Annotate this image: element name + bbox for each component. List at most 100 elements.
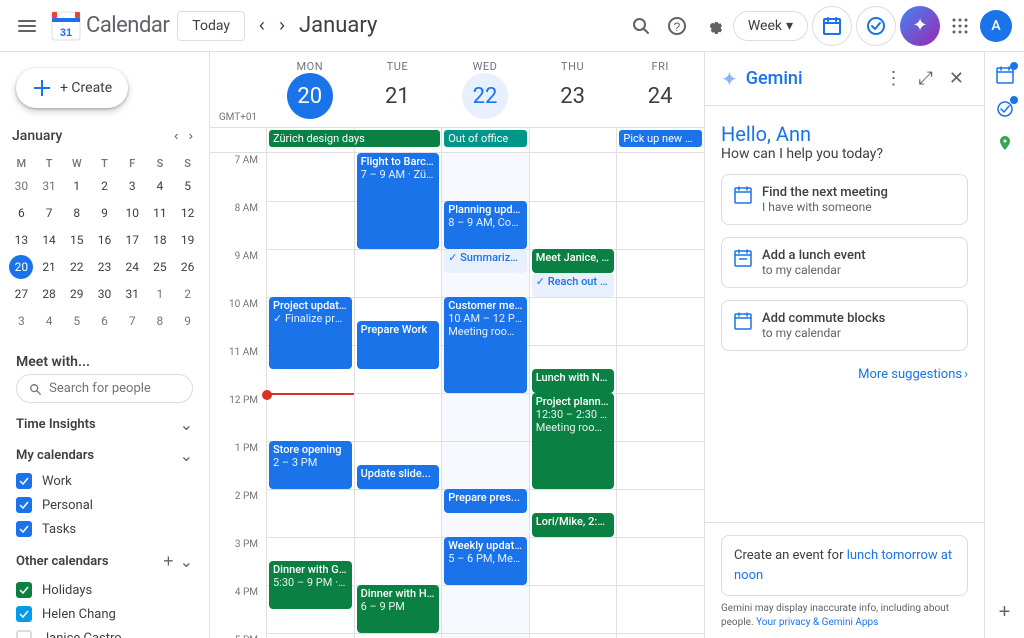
mini-day[interactable]: 13 bbox=[9, 228, 33, 252]
create-button[interactable]: + Create bbox=[16, 68, 128, 108]
search-people-input[interactable] bbox=[16, 374, 193, 403]
event-reach-out[interactable]: ✓ Reach out to... bbox=[532, 273, 615, 297]
calendar-item-tasks[interactable]: Tasks bbox=[0, 517, 209, 541]
event-store-opening[interactable]: Store opening 2 – 3 PM bbox=[269, 441, 352, 489]
prev-button[interactable]: ‹ bbox=[253, 9, 271, 42]
next-button[interactable]: › bbox=[273, 9, 291, 42]
mini-day[interactable]: 7 bbox=[37, 201, 61, 225]
search-people-field[interactable] bbox=[49, 381, 180, 396]
right-add-button[interactable]: + bbox=[993, 595, 1017, 630]
mini-day[interactable]: 3 bbox=[120, 174, 144, 198]
suggestion-find-meeting[interactable]: Find the next meeting I have with someon… bbox=[721, 174, 968, 225]
mini-day[interactable]: 9 bbox=[92, 201, 116, 225]
event-dinner-glo[interactable]: Dinner with Glo... 5:30 – 9 PM · Central bbox=[269, 561, 352, 609]
mini-day[interactable]: 22 bbox=[65, 255, 89, 279]
right-maps-button[interactable] bbox=[990, 128, 1020, 158]
mini-day[interactable]: 31 bbox=[37, 174, 61, 198]
mini-cal-prev[interactable]: ‹ bbox=[170, 124, 182, 147]
suggestion-add-commute[interactable]: Add commute blocks to my calendar bbox=[721, 300, 968, 351]
mini-day[interactable]: 5 bbox=[176, 174, 200, 198]
calendar-view-button[interactable] bbox=[812, 6, 852, 46]
mini-day[interactable]: 21 bbox=[37, 255, 61, 279]
calendar-item-holidays[interactable]: Holidays bbox=[0, 578, 209, 602]
mini-day[interactable]: 4 bbox=[148, 174, 172, 198]
apps-button[interactable] bbox=[944, 10, 976, 42]
event-meet-janice[interactable]: Meet Janice, 9... bbox=[532, 249, 615, 273]
mini-day[interactable]: 30 bbox=[92, 282, 116, 306]
add-calendar-button[interactable]: + bbox=[161, 549, 176, 574]
tasks-button[interactable] bbox=[856, 6, 896, 46]
zurich-design-days-event[interactable]: Zürich design days bbox=[269, 130, 440, 147]
calendar-item-helen[interactable]: Helen Chang bbox=[0, 602, 209, 626]
mini-day[interactable]: 28 bbox=[37, 282, 61, 306]
event-lori-mike[interactable]: Lori/Mike, 2:30... bbox=[532, 513, 615, 537]
mini-day[interactable]: 24 bbox=[120, 255, 144, 279]
day-num-24[interactable]: 24 bbox=[637, 73, 683, 119]
pick-up-event[interactable]: Pick up new bik... bbox=[619, 130, 702, 147]
mini-cal-next[interactable]: › bbox=[185, 124, 197, 147]
gemini-expand-button[interactable]: ⤢ bbox=[915, 64, 937, 93]
calendar-item-work[interactable]: Work bbox=[0, 469, 209, 493]
mini-day[interactable]: 12 bbox=[176, 201, 200, 225]
mini-day[interactable]: 8 bbox=[65, 201, 89, 225]
mini-day[interactable]: 14 bbox=[37, 228, 61, 252]
event-update-slide[interactable]: Update slide... bbox=[357, 465, 440, 489]
event-prepare-pres[interactable]: Prepare pres... bbox=[444, 489, 527, 513]
event-project-planning[interactable]: Project planning... 12:30 – 2:30 PM Meet… bbox=[532, 393, 615, 489]
mini-day[interactable]: 5 bbox=[65, 309, 89, 333]
mini-day[interactable]: 17 bbox=[120, 228, 144, 252]
mini-day[interactable]: 19 bbox=[176, 228, 200, 252]
mini-day-today[interactable]: 20 bbox=[9, 255, 33, 279]
mini-day[interactable]: 2 bbox=[176, 282, 200, 306]
event-customer-meet[interactable]: Customer meet... 10 AM – 12 PM Meeting r… bbox=[444, 297, 527, 393]
menu-button[interactable] bbox=[12, 11, 42, 41]
mini-day[interactable]: 2 bbox=[92, 174, 116, 198]
gemini-close-button[interactable]: ✕ bbox=[945, 64, 968, 93]
mini-day[interactable]: 27 bbox=[9, 282, 33, 306]
other-calendars-header[interactable]: Other calendars + ⌄ bbox=[0, 541, 209, 578]
right-calendar-button[interactable] bbox=[990, 60, 1020, 90]
mini-day[interactable]: 23 bbox=[92, 255, 116, 279]
mini-day[interactable]: 15 bbox=[65, 228, 89, 252]
mini-day[interactable]: 29 bbox=[65, 282, 89, 306]
out-of-office-event[interactable]: Out of office bbox=[444, 130, 527, 147]
mini-day[interactable]: 1 bbox=[65, 174, 89, 198]
mini-day[interactable]: 9 bbox=[176, 309, 200, 333]
more-suggestions-link[interactable]: More suggestions › bbox=[721, 363, 968, 386]
mini-day[interactable]: 26 bbox=[176, 255, 200, 279]
mini-day[interactable]: 7 bbox=[120, 309, 144, 333]
mini-day[interactable]: 6 bbox=[92, 309, 116, 333]
right-tasks-button[interactable] bbox=[990, 94, 1020, 124]
gemini-input-box[interactable]: Create an event for lunch tomorrow at no… bbox=[721, 535, 968, 596]
event-project-update[interactable]: Project update,... ✓ Finalize pres... bbox=[269, 297, 352, 369]
gemini-more-button[interactable]: ⋮ bbox=[881, 64, 907, 93]
mini-day[interactable]: 25 bbox=[148, 255, 172, 279]
search-button[interactable] bbox=[625, 10, 657, 42]
day-num-21[interactable]: 21 bbox=[374, 73, 420, 119]
today-button[interactable]: Today bbox=[177, 11, 245, 41]
day-num-23[interactable]: 23 bbox=[550, 73, 596, 119]
event-dinner-hel[interactable]: Dinner with Hel... 6 – 9 PM bbox=[357, 585, 440, 633]
mini-day[interactable]: 3 bbox=[9, 309, 33, 333]
mini-day[interactable]: 4 bbox=[37, 309, 61, 333]
event-weekly-update[interactable]: Weekly update... 5 – 6 PM, Meeti... bbox=[444, 537, 527, 585]
event-lunch-noa[interactable]: Lunch with Noa... bbox=[532, 369, 615, 393]
mini-day[interactable]: 10 bbox=[120, 201, 144, 225]
settings-button[interactable] bbox=[697, 10, 729, 42]
mini-day[interactable]: 16 bbox=[92, 228, 116, 252]
privacy-link[interactable]: Your privacy & Gemini Apps bbox=[756, 617, 878, 628]
mini-day[interactable]: 30 bbox=[9, 174, 33, 198]
day-num-20[interactable]: 20 bbox=[287, 73, 333, 119]
calendar-item-janice[interactable]: Janice Castro bbox=[0, 626, 209, 638]
suggestion-add-lunch[interactable]: Add a lunch event to my calendar bbox=[721, 237, 968, 288]
mini-day[interactable]: 11 bbox=[148, 201, 172, 225]
day-num-22[interactable]: 22 bbox=[462, 73, 508, 119]
mini-day[interactable]: 1 bbox=[148, 282, 172, 306]
calendar-item-personal[interactable]: Personal bbox=[0, 493, 209, 517]
event-prepare-work[interactable]: Prepare Work bbox=[357, 321, 440, 369]
mini-day[interactable]: 18 bbox=[148, 228, 172, 252]
help-button[interactable]: ? bbox=[661, 10, 693, 42]
event-summarize[interactable]: ✓ Summarize fi... bbox=[444, 249, 527, 273]
user-avatar[interactable]: A bbox=[980, 10, 1012, 42]
mini-day[interactable]: 8 bbox=[148, 309, 172, 333]
